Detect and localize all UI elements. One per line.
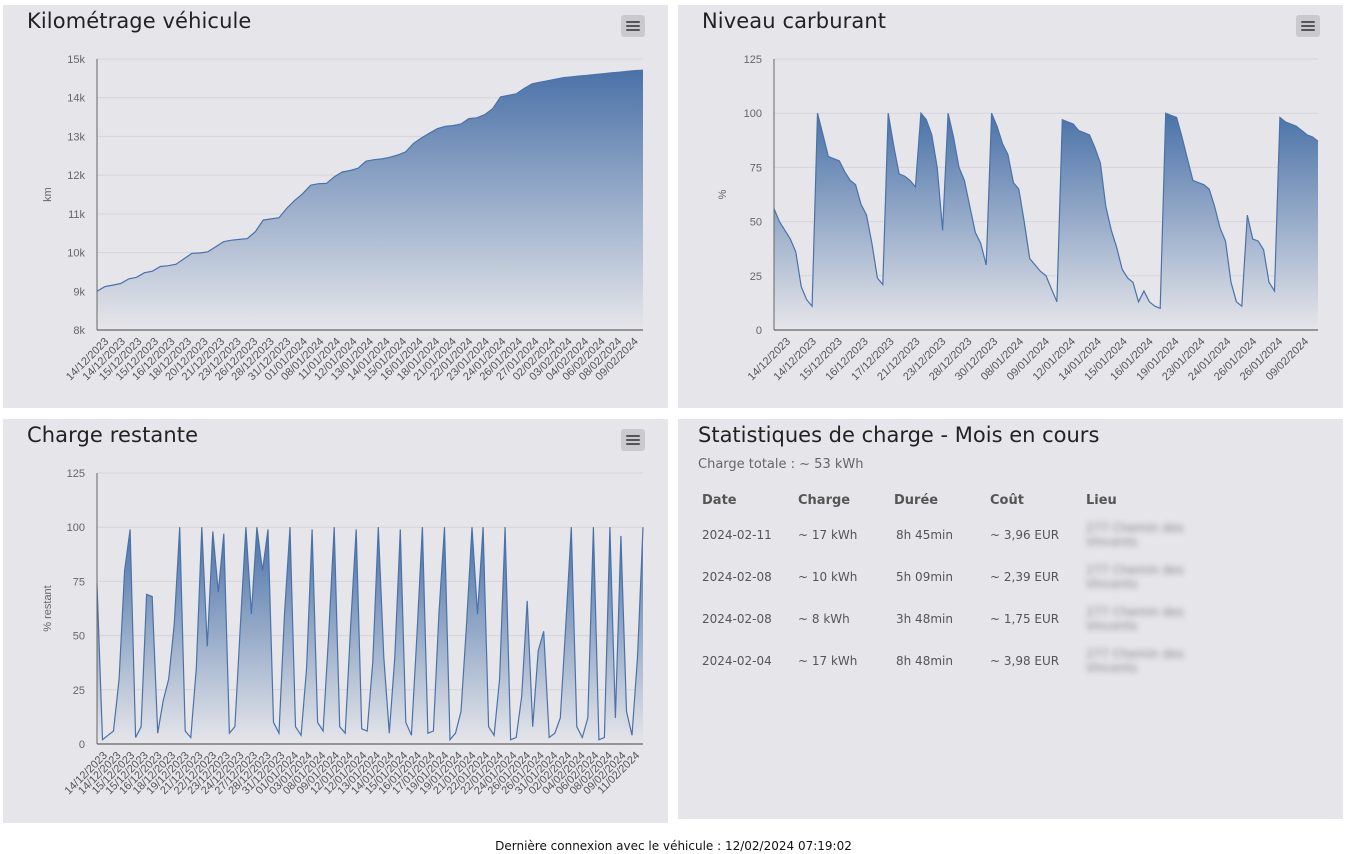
row-location: 277 Chemin des Vincents	[1086, 605, 1184, 633]
row-cost: ~ 3,98 EUR	[990, 654, 1060, 668]
row-location: 277 Chemin des Vincents	[1086, 563, 1184, 591]
row-duration: 8h 48min	[896, 654, 953, 668]
y-tick-label: 15k	[67, 54, 85, 66]
y-tick-label: 11k	[68, 209, 85, 221]
row-date: 2024-02-11	[702, 528, 772, 542]
chart-menu-button[interactable]	[621, 429, 645, 451]
y-tick-label: 8k	[73, 325, 85, 337]
y-tick-label: 125	[67, 468, 85, 480]
charging-stats-panel: Statistiques de charge - Mois en cours C…	[678, 419, 1343, 819]
table-row: 2024-02-11 ~ 17 kWh 8h 45min ~ 3,96 EUR …	[698, 518, 1240, 560]
y-tick-label: 75	[750, 162, 762, 174]
chart-title: Charge restante	[27, 423, 199, 447]
fuel-chart: 0255075100125%14/12/202314/12/202315/12/…	[717, 54, 1319, 383]
stats-total-charge: Charge totale : ~ 53 kWh	[698, 457, 864, 472]
row-charge: ~ 17 kWh	[798, 654, 858, 668]
hamburger-menu-icon	[626, 435, 640, 437]
y-tick-label: 100	[744, 108, 762, 120]
charge-chart: 0255075100125% restant14/12/202314/12/20…	[42, 468, 644, 797]
hamburger-menu-icon	[1301, 21, 1315, 23]
y-tick-label: 10k	[67, 248, 85, 260]
y-tick-label: 25	[73, 685, 85, 697]
y-tick-label: 0	[756, 325, 762, 337]
row-duration: 3h 48min	[896, 612, 953, 626]
y-tick-label: 50	[750, 217, 762, 229]
y-tick-label: 9k	[73, 286, 85, 298]
row-charge: ~ 10 kWh	[798, 570, 858, 584]
column-header-duration: Durée	[894, 493, 939, 508]
table-row: 2024-02-08 ~ 10 kWh 5h 09min ~ 2,39 EUR …	[698, 560, 1240, 602]
row-cost: ~ 1,75 EUR	[990, 612, 1060, 626]
column-header-cost: Coût	[990, 493, 1024, 508]
row-charge: ~ 8 kWh	[798, 612, 850, 626]
stats-title: Statistiques de charge - Mois en cours	[698, 423, 1100, 447]
y-tick-label: 50	[73, 631, 85, 643]
row-date: 2024-02-04	[702, 654, 772, 668]
charging-stats-table: Date Charge Durée Coût Lieu 2024-02-11 ~…	[698, 493, 1240, 686]
chart-title: Kilométrage véhicule	[27, 9, 252, 33]
row-duration: 5h 09min	[896, 570, 953, 584]
row-cost: ~ 2,39 EUR	[990, 570, 1060, 584]
y-tick-label: 0	[79, 739, 85, 751]
table-row: 2024-02-08 ~ 8 kWh 3h 48min ~ 1,75 EUR 2…	[698, 602, 1240, 644]
y-tick-label: 12k	[67, 170, 85, 182]
y-axis-title: %	[717, 189, 729, 199]
chart-title: Niveau carburant	[702, 9, 887, 33]
y-axis-title: % restant	[42, 585, 54, 631]
chart-menu-button[interactable]	[1296, 15, 1320, 37]
chart-menu-button[interactable]	[621, 15, 645, 37]
row-date: 2024-02-08	[702, 612, 772, 626]
row-duration: 8h 45min	[896, 528, 953, 542]
y-tick-label: 14k	[67, 93, 85, 105]
row-location: 277 Chemin des Vincents	[1086, 647, 1184, 675]
row-date: 2024-02-08	[702, 570, 772, 584]
y-tick-label: 100	[67, 522, 85, 534]
mileage-chart: 8k9k10k11k12k13k14k15kkm14/12/202314/12/…	[42, 54, 644, 383]
series-area	[97, 70, 643, 330]
column-header-location: Lieu	[1086, 493, 1117, 508]
last-connection-footer: Dernière connexion avec le véhicule : 12…	[495, 839, 852, 853]
y-tick-label: 125	[744, 54, 762, 66]
column-header-charge: Charge	[798, 493, 851, 508]
y-tick-label: 75	[73, 576, 85, 588]
row-charge: ~ 17 kWh	[798, 528, 858, 542]
mileage-chart-panel: 8k 9k 10k 11k 12k 13k 14k 15k km 14/12/2023 14/12/…	[3, 5, 668, 408]
y-axis-title: km	[42, 187, 54, 202]
column-header-date: Date	[702, 493, 737, 508]
fuel-chart-panel: 0 25 50 75 100 125% 14/12/2023 14/12/2023 15/12/…	[678, 5, 1343, 408]
row-location: 277 Chemin des Vincents	[1086, 521, 1184, 549]
y-tick-label: 25	[750, 271, 762, 283]
table-row: 2024-02-04 ~ 17 kWh 8h 48min ~ 3,98 EUR …	[698, 644, 1240, 686]
charge-chart-panel: 0 25 50 75 100 125% restant 14/12/2023 14/12/20…	[3, 419, 668, 823]
table-header-row: Date Charge Durée Coût Lieu	[698, 493, 1240, 518]
y-tick-label: 13k	[67, 131, 85, 143]
hamburger-menu-icon	[626, 21, 640, 23]
row-cost: ~ 3,96 EUR	[990, 528, 1060, 542]
